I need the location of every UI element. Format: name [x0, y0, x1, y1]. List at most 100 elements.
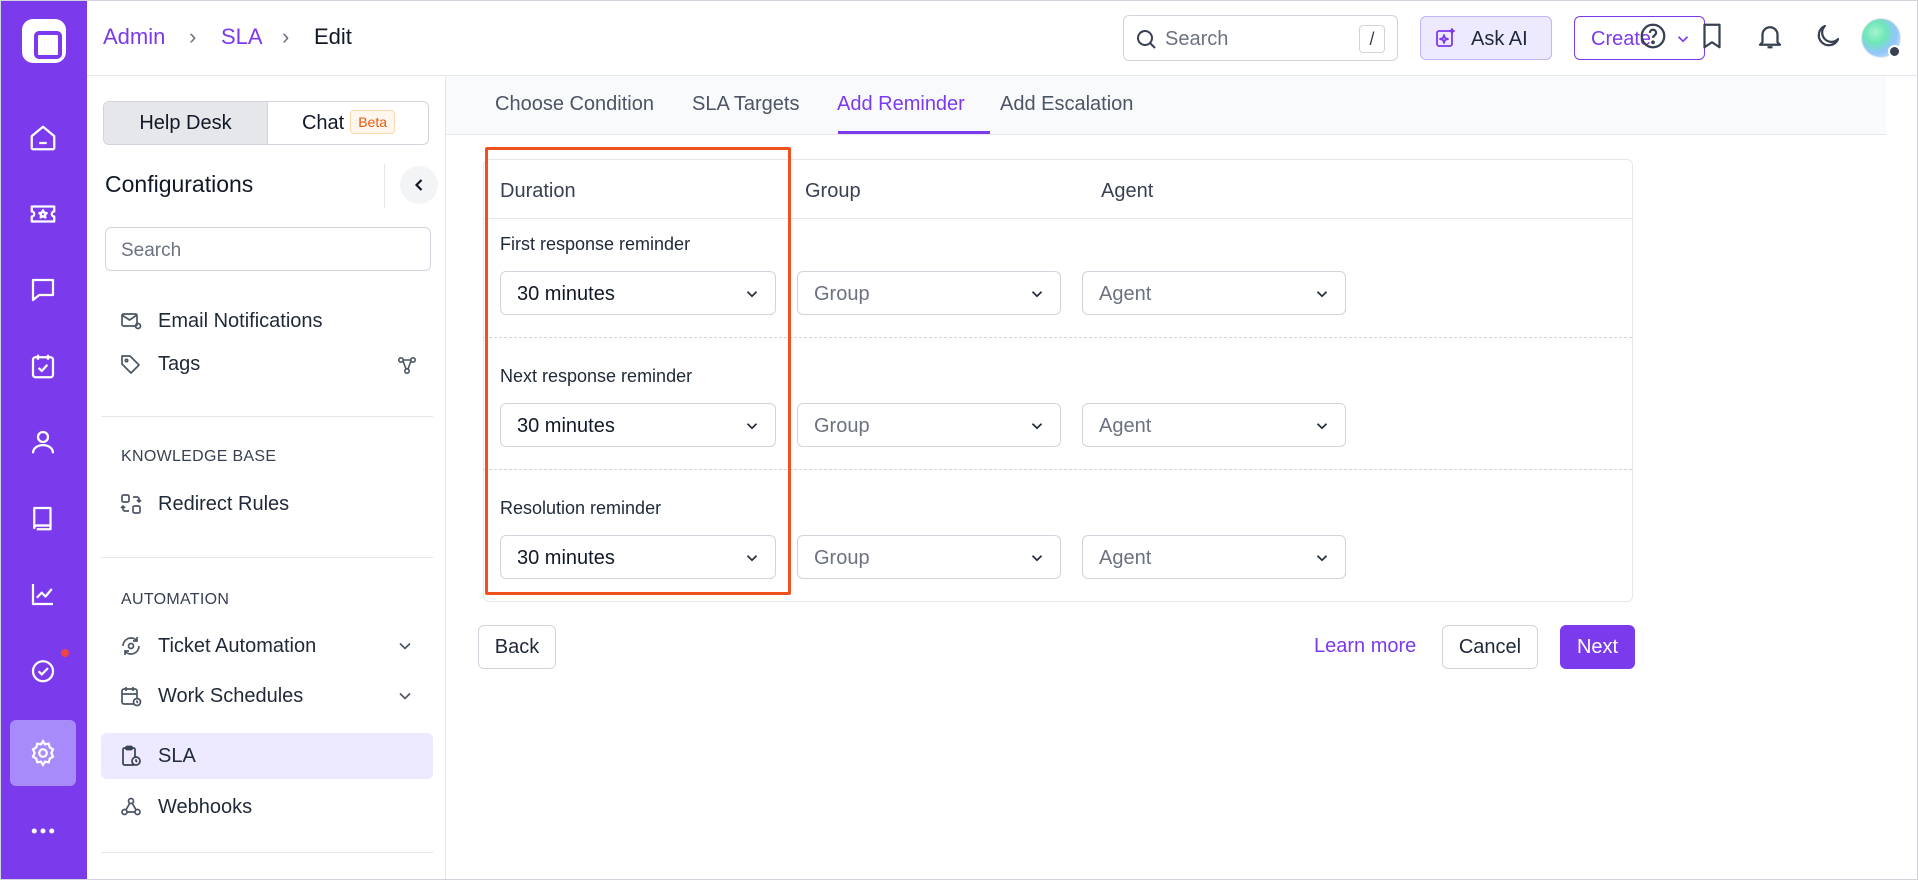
configurations-sidebar: Help Desk Chat Beta Configurations Search…: [87, 76, 446, 880]
sidebar-item-label: Ticket Automation: [158, 635, 317, 657]
tab-choose-condition[interactable]: Choose Condition: [495, 93, 654, 116]
settings-icon[interactable]: [10, 720, 76, 786]
sidebar-item-ticket-automation[interactable]: Ticket Automation: [101, 623, 433, 669]
automation-check-icon[interactable]: [10, 637, 76, 703]
divider: [101, 416, 433, 417]
app-rail: [0, 0, 87, 880]
select-placeholder: Group: [814, 547, 870, 569]
chevron-down-icon: [1677, 36, 1689, 43]
chevron-down-icon: [1316, 291, 1328, 298]
ticket-icon[interactable]: [10, 181, 76, 247]
chat-tab[interactable]: Chat Beta: [268, 102, 428, 144]
workflow-icon: [397, 357, 417, 375]
sidebar-item-label: Redirect Rules: [158, 493, 290, 515]
tag-icon: [121, 355, 140, 374]
sidebar-item-webhooks[interactable]: Webhooks: [101, 784, 433, 830]
chevron-down-icon: [1316, 423, 1328, 430]
notification-dot: [59, 647, 71, 659]
search-placeholder: Search: [1165, 28, 1229, 50]
duration-select-first-response[interactable]: 30 minutes: [500, 271, 776, 315]
chat-icon[interactable]: [10, 257, 76, 323]
column-header-group: Group: [805, 180, 861, 202]
agent-select-next-response[interactable]: Agent: [1082, 403, 1346, 447]
sidebar-item-label: Email Notifications: [158, 310, 323, 332]
breadcrumb-sla[interactable]: SLA: [221, 24, 263, 50]
sidebar-item-label: SLA: [158, 745, 196, 767]
chevron-down-icon: [746, 423, 758, 430]
chevron-down-icon: [1031, 423, 1043, 430]
breadcrumb-separator: ›: [189, 24, 197, 49]
tasks-icon[interactable]: [10, 333, 76, 399]
breadcrumb-separator: ›: [282, 24, 290, 49]
select-value: 30 minutes: [517, 415, 615, 437]
group-select-first-response[interactable]: Group: [797, 271, 1061, 315]
back-button[interactable]: Back: [478, 625, 556, 669]
clipboard-clock-icon: [122, 745, 141, 766]
agent-select-resolution[interactable]: Agent: [1082, 535, 1346, 579]
bell-icon[interactable]: [1755, 21, 1785, 51]
knowledge-icon[interactable]: [10, 485, 76, 551]
learn-more-link[interactable]: Learn more: [1314, 635, 1416, 658]
email-settings-icon: [121, 313, 142, 330]
collapse-sidebar-button[interactable]: [400, 166, 438, 204]
helpdesk-tab[interactable]: Help Desk: [104, 102, 268, 144]
sidebar-item-label: Webhooks: [158, 796, 253, 818]
duration-select-next-response[interactable]: 30 minutes: [500, 403, 776, 447]
sidebar-item-label: Tags: [158, 353, 201, 375]
duration-select-resolution[interactable]: 30 minutes: [500, 535, 776, 579]
search-icon: [1137, 30, 1156, 49]
main-content: Choose Condition SLA Targets Add Reminde…: [446, 76, 1918, 880]
sidebar-search-input[interactable]: Search: [105, 227, 431, 271]
breadcrumb-current: Edit: [314, 24, 352, 49]
help-icon[interactable]: [1638, 21, 1668, 51]
chevron-down-icon: [399, 642, 411, 650]
divider: [101, 852, 433, 853]
sidebar-item-email-notifications[interactable]: Email Notifications: [101, 298, 433, 344]
sidebar-item-work-schedules[interactable]: Work Schedules: [101, 673, 433, 719]
sidebar-title: Configurations: [105, 171, 254, 197]
tab-add-escalation[interactable]: Add Escalation: [1000, 93, 1133, 116]
sidebar-item-tags[interactable]: Tags: [101, 341, 433, 387]
chevron-down-icon: [1316, 555, 1328, 562]
column-header-agent: Agent: [1101, 180, 1154, 202]
select-value: 30 minutes: [517, 283, 615, 305]
moon-icon[interactable]: [1813, 21, 1843, 51]
tab-sla-targets[interactable]: SLA Targets: [692, 93, 799, 116]
sidebar-search-placeholder: Search: [121, 240, 182, 261]
select-placeholder: Agent: [1099, 415, 1152, 437]
select-placeholder: Agent: [1099, 283, 1152, 305]
agent-select-first-response[interactable]: Agent: [1082, 271, 1346, 315]
app-logo[interactable]: [22, 19, 66, 63]
select-placeholder: Agent: [1099, 547, 1152, 569]
chevron-down-icon: [746, 291, 758, 298]
chevron-left-icon: [414, 179, 423, 191]
reminder-table: Duration Group Agent First response remi…: [483, 159, 1633, 602]
sparkle-icon: [1436, 28, 1455, 47]
redirect-icon: [120, 494, 142, 514]
row-divider: [484, 337, 1632, 338]
group-select-next-response[interactable]: Group: [797, 403, 1061, 447]
global-search-input[interactable]: Search /: [1123, 15, 1398, 61]
reports-icon[interactable]: [10, 561, 76, 627]
ask-ai-label: Ask AI: [1471, 28, 1528, 50]
row-label-resolution: Resolution reminder: [500, 498, 662, 518]
top-bar: Admin › SLA › Edit Search / Ask AI Creat…: [87, 0, 1918, 76]
select-value: 30 minutes: [517, 547, 615, 569]
sidebar-item-redirect-rules[interactable]: Redirect Rules: [101, 481, 433, 527]
tab-add-reminder[interactable]: Add Reminder: [837, 93, 965, 116]
breadcrumb-admin[interactable]: Admin: [103, 24, 165, 50]
next-button[interactable]: Next: [1560, 625, 1635, 669]
header-divider: [484, 218, 1632, 219]
ask-ai-button[interactable]: Ask AI: [1420, 16, 1552, 60]
column-header-duration: Duration: [500, 180, 576, 202]
contacts-icon[interactable]: [10, 409, 76, 475]
cancel-button[interactable]: Cancel: [1442, 625, 1538, 669]
home-icon[interactable]: [10, 105, 76, 171]
sidebar-item-sla[interactable]: SLA: [101, 733, 433, 779]
webhook-icon: [121, 797, 141, 816]
group-select-resolution[interactable]: Group: [797, 535, 1061, 579]
bookmark-icon[interactable]: [1697, 21, 1727, 51]
more-icon[interactable]: [10, 798, 76, 864]
select-placeholder: Group: [814, 415, 870, 437]
presence-status-dot: [1888, 45, 1901, 58]
